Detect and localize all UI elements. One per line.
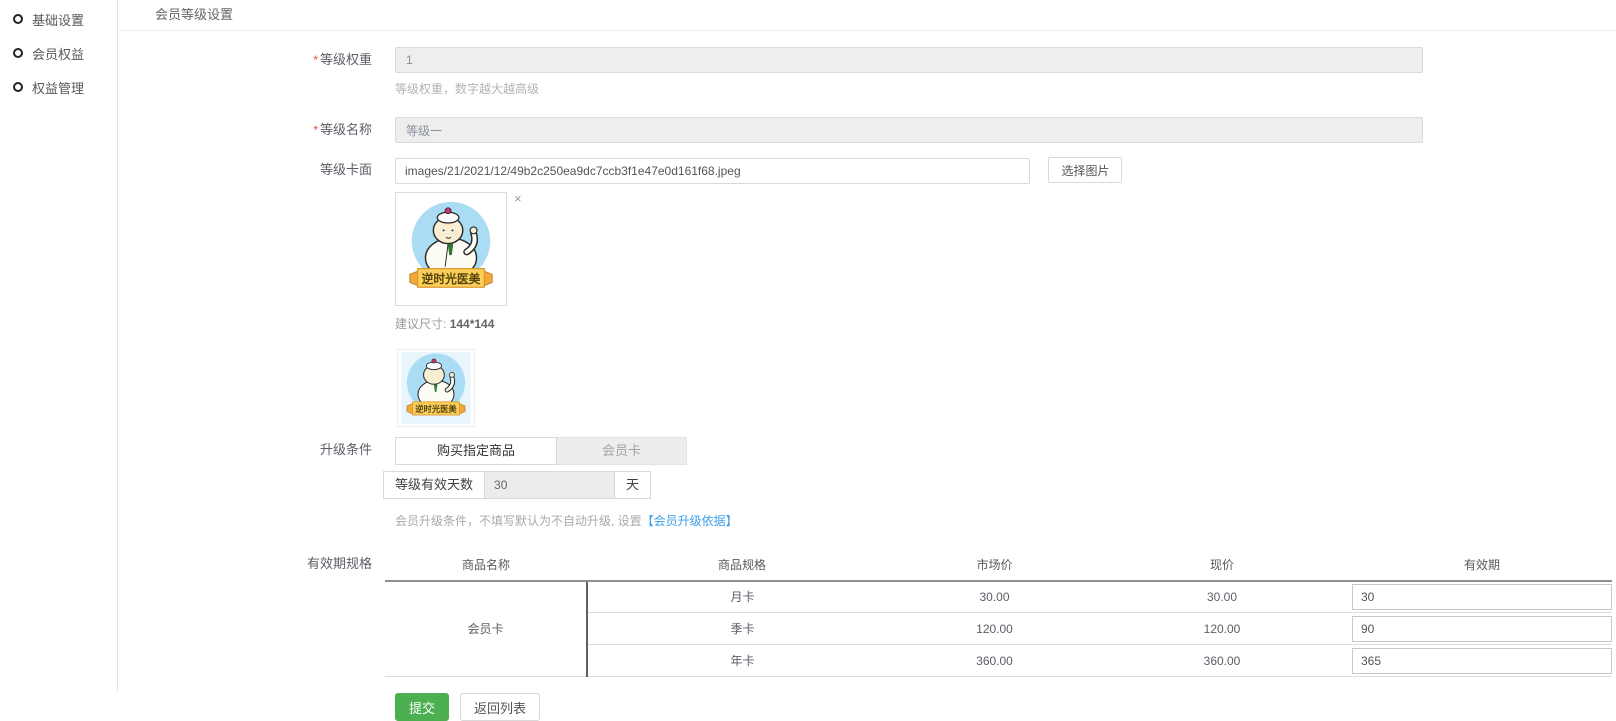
valid-days-group: 等级有效天数 天 xyxy=(383,471,687,499)
size-hint-value: 144*144 xyxy=(450,317,495,331)
level-weight-input[interactable] xyxy=(395,47,1423,73)
market-price-cell: 30.00 xyxy=(897,581,1092,613)
market-price-cell: 360.00 xyxy=(897,645,1092,677)
settings-sidebar: 基础设置 会员权益 权益管理 xyxy=(0,0,118,691)
upgrade-condition-row: 升级条件 购买指定商品 会员卡 等级有效天数 天 xyxy=(119,437,1616,499)
valid-days-suffix: 天 xyxy=(615,471,651,499)
card-image-preview: 逆时光医美 xyxy=(395,192,507,306)
doctor-mascot-image: 逆时光医美 xyxy=(401,198,501,300)
back-to-list-button[interactable]: 返回列表 xyxy=(460,693,540,721)
product-name-cell: 会员卡 xyxy=(385,581,587,677)
col-product-spec: 商品规格 xyxy=(587,552,897,581)
sidebar-item-benefit-management[interactable]: 权益管理 xyxy=(0,70,117,104)
remove-image-icon[interactable]: × xyxy=(514,193,522,205)
price-cell: 120.00 xyxy=(1092,613,1352,645)
doctor-mascot-image-small: 逆时光医美 xyxy=(400,352,472,424)
mascot-banner-text-small: 逆时光医美 xyxy=(415,403,457,413)
level-card-row: 等级卡面 选择图片 xyxy=(119,157,1616,184)
level-name-row: *等级名称 xyxy=(119,117,1616,143)
radio-circle-icon xyxy=(13,82,23,92)
member-level-form: *等级权重 等级权重，数字越大越高级 *等级名称 等级卡面 选择图片 xyxy=(119,31,1616,721)
level-name-label: *等级名称 xyxy=(119,117,372,143)
page-title: 会员等级设置 xyxy=(119,0,1616,31)
tab-member-card[interactable]: 会员卡 xyxy=(557,437,687,465)
required-marker: * xyxy=(313,123,318,137)
required-marker: * xyxy=(313,53,318,67)
sidebar-item-basic-settings[interactable]: 基础设置 xyxy=(0,2,117,36)
sidebar-item-label: 权益管理 xyxy=(32,78,84,97)
size-hint: 建议尺寸: 144*144 xyxy=(395,315,1616,332)
validity-days-input[interactable] xyxy=(1352,584,1612,610)
upgrade-condition-tabs: 购买指定商品 会员卡 xyxy=(395,437,687,465)
spec-cell: 月卡 xyxy=(587,581,897,613)
upgrade-basis-link[interactable]: 【会员升级依据】 xyxy=(642,514,738,528)
col-current-price: 现价 xyxy=(1092,552,1352,581)
choose-image-button[interactable]: 选择图片 xyxy=(1048,157,1122,183)
validity-days-input[interactable] xyxy=(1352,648,1612,674)
spec-cell: 季卡 xyxy=(587,613,897,645)
sidebar-item-label: 基础设置 xyxy=(32,10,84,29)
price-cell: 360.00 xyxy=(1092,645,1352,677)
spec-cell: 年卡 xyxy=(587,645,897,677)
col-validity: 有效期 xyxy=(1352,552,1612,581)
valid-days-prefix: 等级有效天数 xyxy=(383,471,485,499)
col-market-price: 市场价 xyxy=(897,552,1092,581)
level-name-input[interactable] xyxy=(395,117,1423,143)
main-panel: 会员等级设置 *等级权重 等级权重，数字越大越高级 *等级名称 等级卡面 选择图… xyxy=(119,0,1616,721)
validity-spec-row: 有效期规格 商品名称 商品规格 市场价 现价 有效期 xyxy=(119,552,1616,678)
level-card-label: 等级卡面 xyxy=(119,157,372,183)
level-weight-help: 等级权重，数字越大越高级 xyxy=(395,80,1616,97)
submit-button[interactable]: 提交 xyxy=(395,693,449,721)
card-image-thumbnail: 逆时光医美 xyxy=(397,349,475,427)
sidebar-item-member-benefits[interactable]: 会员权益 xyxy=(0,36,117,70)
upgrade-help: 会员升级条件，不填写默认为不自动升级, 设置【会员升级依据】 xyxy=(395,512,1616,529)
table-header-row: 商品名称 商品规格 市场价 现价 有效期 xyxy=(385,552,1612,581)
upgrade-condition-label: 升级条件 xyxy=(119,437,372,463)
validity-spec-label: 有效期规格 xyxy=(119,552,372,576)
card-image-path-input[interactable] xyxy=(395,158,1030,184)
form-actions: 提交 返回列表 xyxy=(395,693,1616,721)
table-row: 会员卡 月卡 30.00 30.00 xyxy=(385,581,1612,613)
tab-buy-specified-goods[interactable]: 购买指定商品 xyxy=(395,437,557,465)
radio-circle-icon xyxy=(13,48,23,58)
validity-spec-table: 商品名称 商品规格 市场价 现价 有效期 会员卡 月卡 30.00 30.00 xyxy=(385,552,1612,678)
card-image-preview-wrap: 逆时光医美 × xyxy=(395,192,1616,306)
validity-days-input[interactable] xyxy=(1352,616,1612,642)
mascot-banner-text: 逆时光医美 xyxy=(422,271,481,285)
level-weight-row: *等级权重 xyxy=(119,47,1616,73)
col-product-name: 商品名称 xyxy=(385,552,587,581)
radio-circle-icon xyxy=(13,14,23,24)
level-weight-label: *等级权重 xyxy=(119,47,372,73)
market-price-cell: 120.00 xyxy=(897,613,1092,645)
sidebar-item-label: 会员权益 xyxy=(32,44,84,63)
valid-days-input[interactable] xyxy=(485,471,615,499)
price-cell: 30.00 xyxy=(1092,581,1352,613)
